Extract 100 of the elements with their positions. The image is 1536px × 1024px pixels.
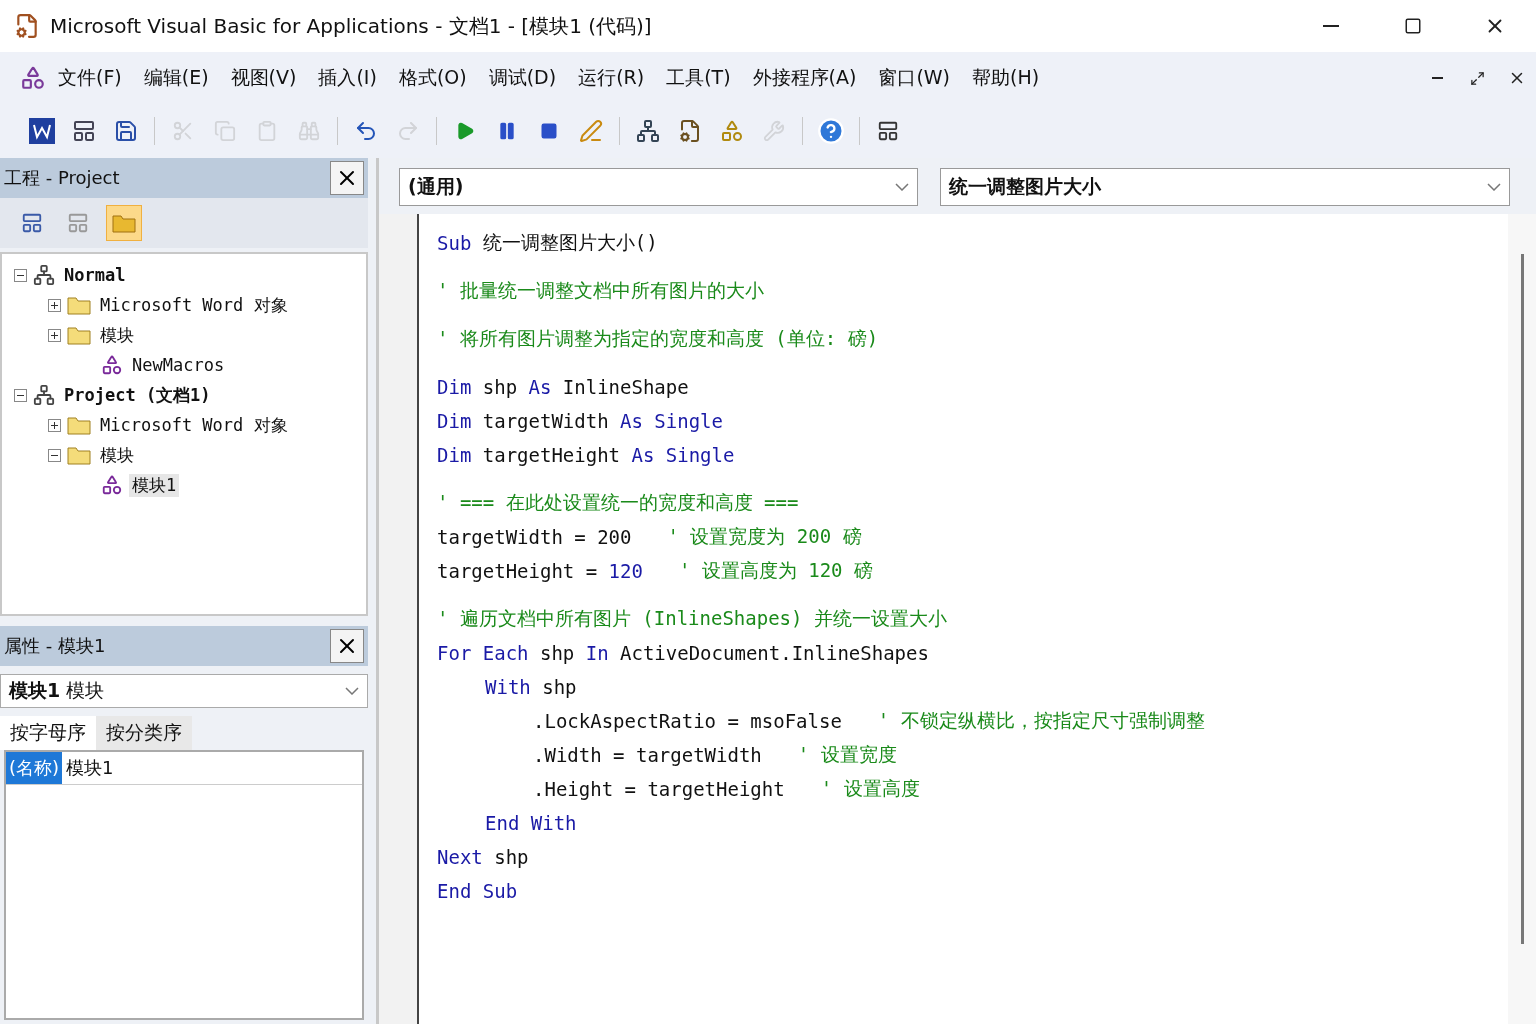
project-icon xyxy=(33,384,55,406)
module-icon xyxy=(101,474,123,496)
play-icon xyxy=(455,121,475,141)
dropdown-value: 统一调整图片大小 xyxy=(949,174,1102,199)
tab[interactable]: 按分类序 xyxy=(96,715,192,750)
stop-icon xyxy=(540,122,558,140)
folder-icon xyxy=(67,325,91,345)
menu-item[interactable]: 调试(D) xyxy=(478,61,567,95)
shapes-icon xyxy=(720,119,744,143)
document-icon xyxy=(29,118,55,144)
menu-item[interactable]: 窗口(W) xyxy=(868,61,961,95)
expand-icon[interactable] xyxy=(48,298,61,312)
code-line: .LockAspectRatio = msoFalse ' 不锁定纵横比，按指定尺寸强制调整 xyxy=(533,708,1205,734)
scrollbar[interactable] xyxy=(1520,254,1524,944)
code-line: Dim targetWidth As Single xyxy=(437,409,723,434)
cut-icon xyxy=(172,120,194,142)
object-dropdown[interactable]: (通用) xyxy=(399,168,919,206)
code-line: targetWidth = 200 ' 设置宽度为 200 磅 xyxy=(437,524,862,550)
module-icon xyxy=(101,354,123,376)
tree-item[interactable]: Normal xyxy=(61,265,129,285)
code-line: End Sub xyxy=(437,879,518,904)
form-window-icon xyxy=(67,212,89,234)
menu-item[interactable]: 文件(F) xyxy=(48,61,132,95)
collapse-icon[interactable] xyxy=(48,448,61,462)
chevron-down-icon xyxy=(345,686,359,695)
properties-icon xyxy=(678,119,702,143)
tree-item[interactable]: Microsoft Word 对象 xyxy=(97,413,291,437)
redo-icon xyxy=(396,119,420,143)
code-comment: ' === 在此处设置统一的宽度和高度 === xyxy=(437,490,799,515)
menu-item[interactable]: 工具(T) xyxy=(656,61,741,95)
tab[interactable]: 按字母序 xyxy=(0,715,96,750)
tree-item[interactable]: NewMacros xyxy=(129,355,228,375)
menu-item[interactable]: 外接程序(A) xyxy=(742,61,867,95)
collapse-icon[interactable] xyxy=(14,268,27,282)
restore-icon xyxy=(1469,70,1485,86)
pause-icon xyxy=(497,121,517,141)
panel-title: 工程 - Project xyxy=(3,166,120,190)
minimize-icon xyxy=(1431,77,1443,79)
code-line: Dim shp As InlineShape xyxy=(437,375,689,400)
maximize-icon xyxy=(1404,17,1422,35)
menu-item[interactable]: 插入(I) xyxy=(308,61,387,95)
minimize-icon xyxy=(1323,25,1339,27)
code-window-icon xyxy=(21,212,43,234)
project-icon xyxy=(33,264,55,286)
folder-icon xyxy=(67,445,91,465)
menu-item[interactable]: 运行(R) xyxy=(568,61,655,95)
tree-item[interactable]: 模块 xyxy=(97,443,137,467)
code-line: Sub 统一调整图片大小() xyxy=(437,230,658,256)
project-icon xyxy=(636,119,660,143)
layout-icon xyxy=(877,120,899,142)
code-comment: ' 批量统一调整文档中所有图片的大小 xyxy=(437,278,764,303)
expand-icon[interactable] xyxy=(48,328,61,342)
paste-icon xyxy=(256,120,278,142)
close-button[interactable] xyxy=(330,628,364,663)
code-editor[interactable] xyxy=(419,214,1508,1024)
toggle-folders-button[interactable] xyxy=(106,205,142,241)
save-icon xyxy=(114,119,138,143)
copy-icon xyxy=(214,120,236,142)
window-icon xyxy=(72,119,96,143)
code-comment: ' 遍历文档中所有图片 (InlineShapes) 并统一设置大小 xyxy=(437,606,947,631)
code-line: For Each shp In ActiveDocument.InlineShapes xyxy=(437,641,929,666)
app-icon xyxy=(14,13,40,39)
binoculars-icon xyxy=(298,120,320,142)
app-icon xyxy=(20,65,46,91)
tree-item[interactable]: 模块1 xyxy=(129,473,180,497)
ruler-pen-icon xyxy=(579,119,603,143)
expand-icon[interactable] xyxy=(48,418,61,432)
wrench-icon xyxy=(763,120,785,142)
tree-item[interactable]: Microsoft Word 对象 xyxy=(97,293,291,317)
undo-icon xyxy=(354,119,378,143)
panel-title: 属性 - 模块1 xyxy=(3,633,106,658)
dropdown-value: (通用) xyxy=(408,174,464,199)
code-line: With shp xyxy=(485,675,577,700)
code-line: Next shp xyxy=(437,845,529,870)
help-icon xyxy=(817,117,845,145)
property-name[interactable]: (名称) xyxy=(6,751,63,784)
folder-icon xyxy=(67,415,91,435)
menu-item[interactable]: 格式(O) xyxy=(388,61,477,95)
collapse-icon[interactable] xyxy=(14,388,27,402)
menu-item[interactable]: 帮助(H) xyxy=(962,61,1050,95)
object-dropdown[interactable]: 模块1 模块 xyxy=(0,673,368,708)
chevron-down-icon xyxy=(895,183,910,191)
dropdown-value: 模块1 模块 xyxy=(9,677,105,703)
code-line: .Height = targetHeight ' 设置高度 xyxy=(533,776,920,802)
folder-icon xyxy=(112,213,136,233)
close-button[interactable] xyxy=(330,161,364,195)
tree-item[interactable]: Project (文档1) xyxy=(61,383,214,407)
code-line: Dim targetHeight As Single xyxy=(437,443,735,468)
property-value[interactable]: 模块1 xyxy=(62,751,114,784)
code-comment: ' 将所有图片调整为指定的宽度和高度 (单位: 磅) xyxy=(437,326,879,351)
code-line: .Width = targetWidth ' 设置宽度 xyxy=(533,742,897,768)
procedure-dropdown[interactable]: 统一调整图片大小 xyxy=(940,168,1510,206)
chevron-down-icon xyxy=(1487,183,1501,191)
window-title: Microsoft Visual Basic for Applications - 文档1 - [模块1 (代码)] xyxy=(50,12,653,40)
code-line: targetHeight = 120 ' 设置高度为 120 磅 xyxy=(437,558,873,584)
menu-item[interactable]: 编辑(E) xyxy=(133,61,219,95)
tree-item[interactable]: 模块 xyxy=(97,323,137,347)
menu-item[interactable]: 视图(V) xyxy=(220,61,307,95)
folder-icon xyxy=(67,295,91,315)
code-line: End With xyxy=(485,811,577,836)
